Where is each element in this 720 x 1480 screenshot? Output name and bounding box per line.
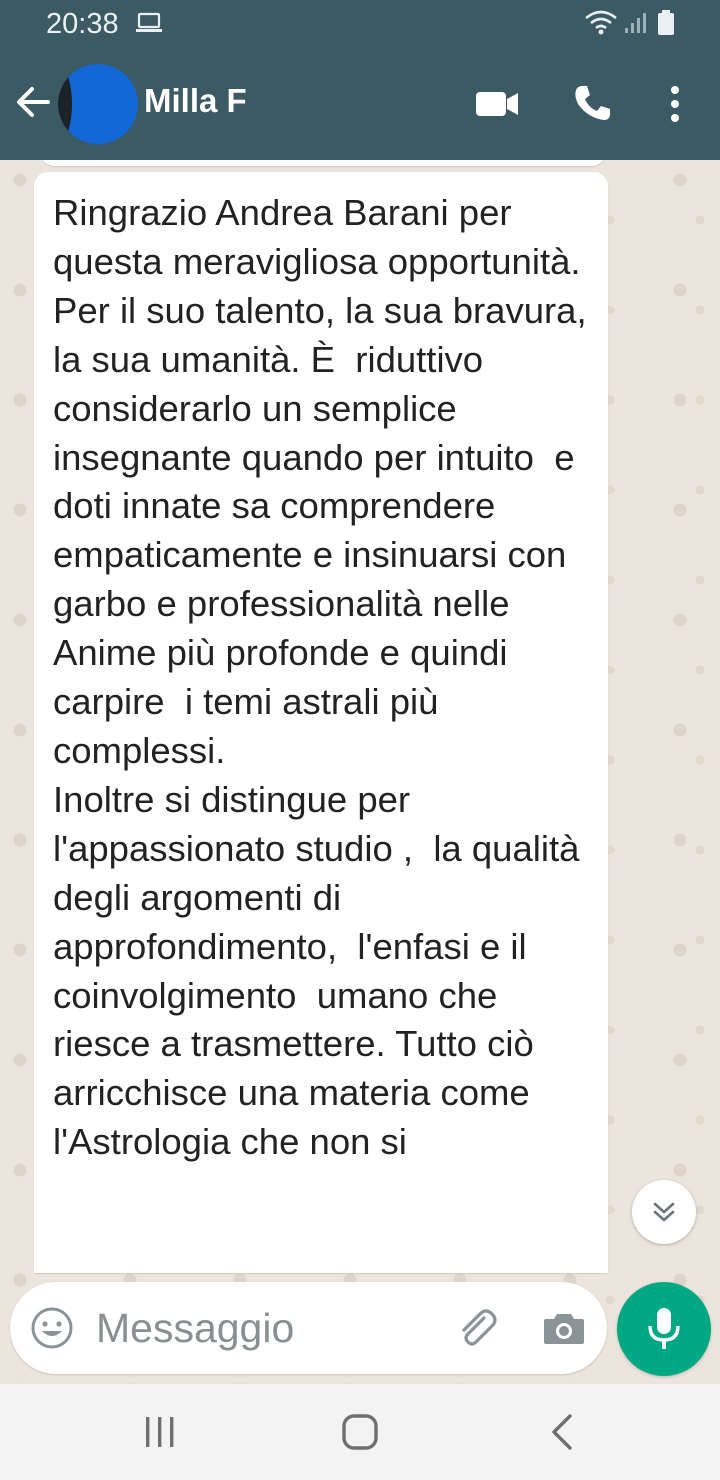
chat-header: Milla F (0, 48, 720, 160)
phone-icon (575, 86, 610, 120)
message-input[interactable] (96, 1304, 436, 1352)
battery-icon (657, 10, 675, 41)
paperclip-icon (462, 1309, 497, 1346)
video-call-button[interactable] (474, 86, 520, 122)
more-vert-icon (671, 86, 679, 122)
emoji-button[interactable] (30, 1306, 74, 1350)
back-button[interactable] (12, 80, 56, 124)
recents-button[interactable] (140, 1414, 180, 1450)
back-arrow-icon (17, 87, 50, 117)
message-bubble[interactable]: Ringrazio Andrea Barani per questa merav… (34, 172, 608, 1273)
emoji-icon (31, 1307, 73, 1349)
system-back-button[interactable] (544, 1410, 580, 1454)
message-text: Ringrazio Andrea Barani per questa merav… (53, 192, 587, 1163)
signal-icon (624, 12, 648, 39)
camera-icon (544, 1314, 584, 1344)
more-options-button[interactable] (660, 82, 690, 126)
system-navigation-bar (0, 1384, 720, 1480)
wifi-icon (584, 10, 618, 41)
avatar[interactable] (58, 64, 138, 144)
voice-message-button[interactable] (617, 1282, 711, 1376)
voice-call-button[interactable] (570, 82, 614, 126)
laptop-icon (136, 12, 162, 39)
video-call-icon (476, 92, 518, 116)
scroll-to-bottom-button[interactable] (632, 1180, 696, 1244)
microphone-icon (648, 1308, 680, 1349)
recents-icon (146, 1417, 174, 1447)
previous-message-bubble (40, 160, 606, 166)
status-time: 20:38 (46, 8, 119, 40)
message-composer (10, 1282, 607, 1374)
status-bar: 20:38 (0, 0, 720, 48)
chevron-left-icon (552, 1414, 572, 1450)
chat-area[interactable]: Ringrazio Andrea Barani per questa merav… (0, 160, 720, 1384)
attach-button[interactable] (454, 1306, 500, 1352)
double-chevron-down-icon (653, 1202, 675, 1222)
home-icon (342, 1414, 378, 1450)
camera-button[interactable] (542, 1306, 586, 1350)
home-button[interactable] (338, 1410, 382, 1454)
contact-name[interactable]: Milla F (144, 82, 247, 120)
